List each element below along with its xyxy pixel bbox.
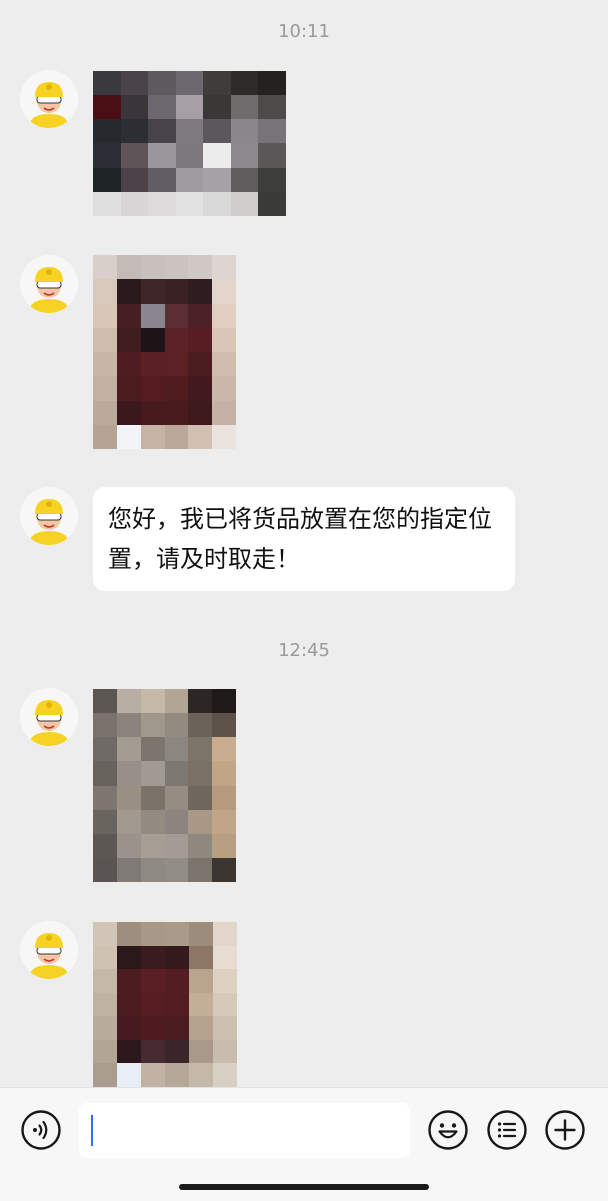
avatar[interactable] — [20, 70, 78, 128]
quick-reply-icon — [487, 1110, 527, 1150]
text-message-bubble[interactable]: 您好，我已将货品放置在您的指定位置，请及时取走！ — [93, 487, 515, 591]
image-message[interactable] — [93, 255, 236, 449]
courier-avatar-icon — [20, 921, 78, 979]
avatar[interactable] — [20, 255, 78, 313]
emoji-button[interactable] — [428, 1110, 468, 1150]
voice-button[interactable] — [21, 1110, 61, 1150]
courier-avatar-icon — [20, 688, 78, 746]
voice-icon — [21, 1110, 61, 1150]
image-message[interactable] — [93, 922, 237, 1087]
avatar[interactable] — [20, 688, 78, 746]
courier-avatar-icon — [20, 487, 78, 545]
quick-reply-button[interactable] — [487, 1110, 527, 1150]
plus-button[interactable] — [545, 1110, 585, 1150]
timestamp: 12:45 — [278, 640, 330, 661]
timestamp: 10:11 — [278, 21, 330, 42]
courier-avatar-icon — [20, 255, 78, 313]
message-input[interactable] — [79, 1103, 410, 1158]
image-message[interactable] — [93, 689, 236, 882]
home-indicator[interactable] — [179, 1184, 429, 1190]
emoji-icon — [428, 1110, 468, 1150]
text-cursor — [91, 1115, 93, 1146]
image-message[interactable] — [93, 71, 286, 216]
avatar[interactable] — [20, 921, 78, 979]
courier-avatar-icon — [20, 70, 78, 128]
avatar[interactable] — [20, 487, 78, 545]
plus-icon — [545, 1110, 585, 1150]
